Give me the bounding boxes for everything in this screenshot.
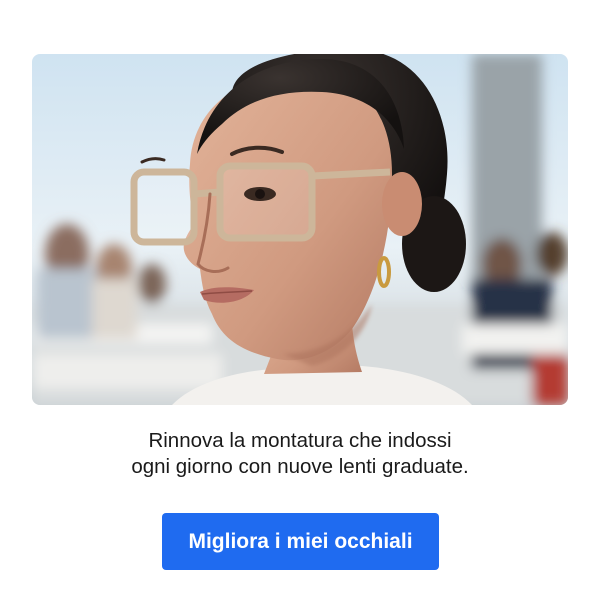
promo-caption: Rinnova la montatura che indossi ogni gi… — [0, 428, 600, 480]
caption-line-2: ogni giorno con nuove lenti graduate. — [131, 455, 469, 478]
hero-image — [32, 54, 568, 405]
improve-glasses-button[interactable]: Migliora i miei occhiali — [162, 513, 439, 570]
caption-line-1: Rinnova la montatura che indossi — [148, 429, 452, 452]
